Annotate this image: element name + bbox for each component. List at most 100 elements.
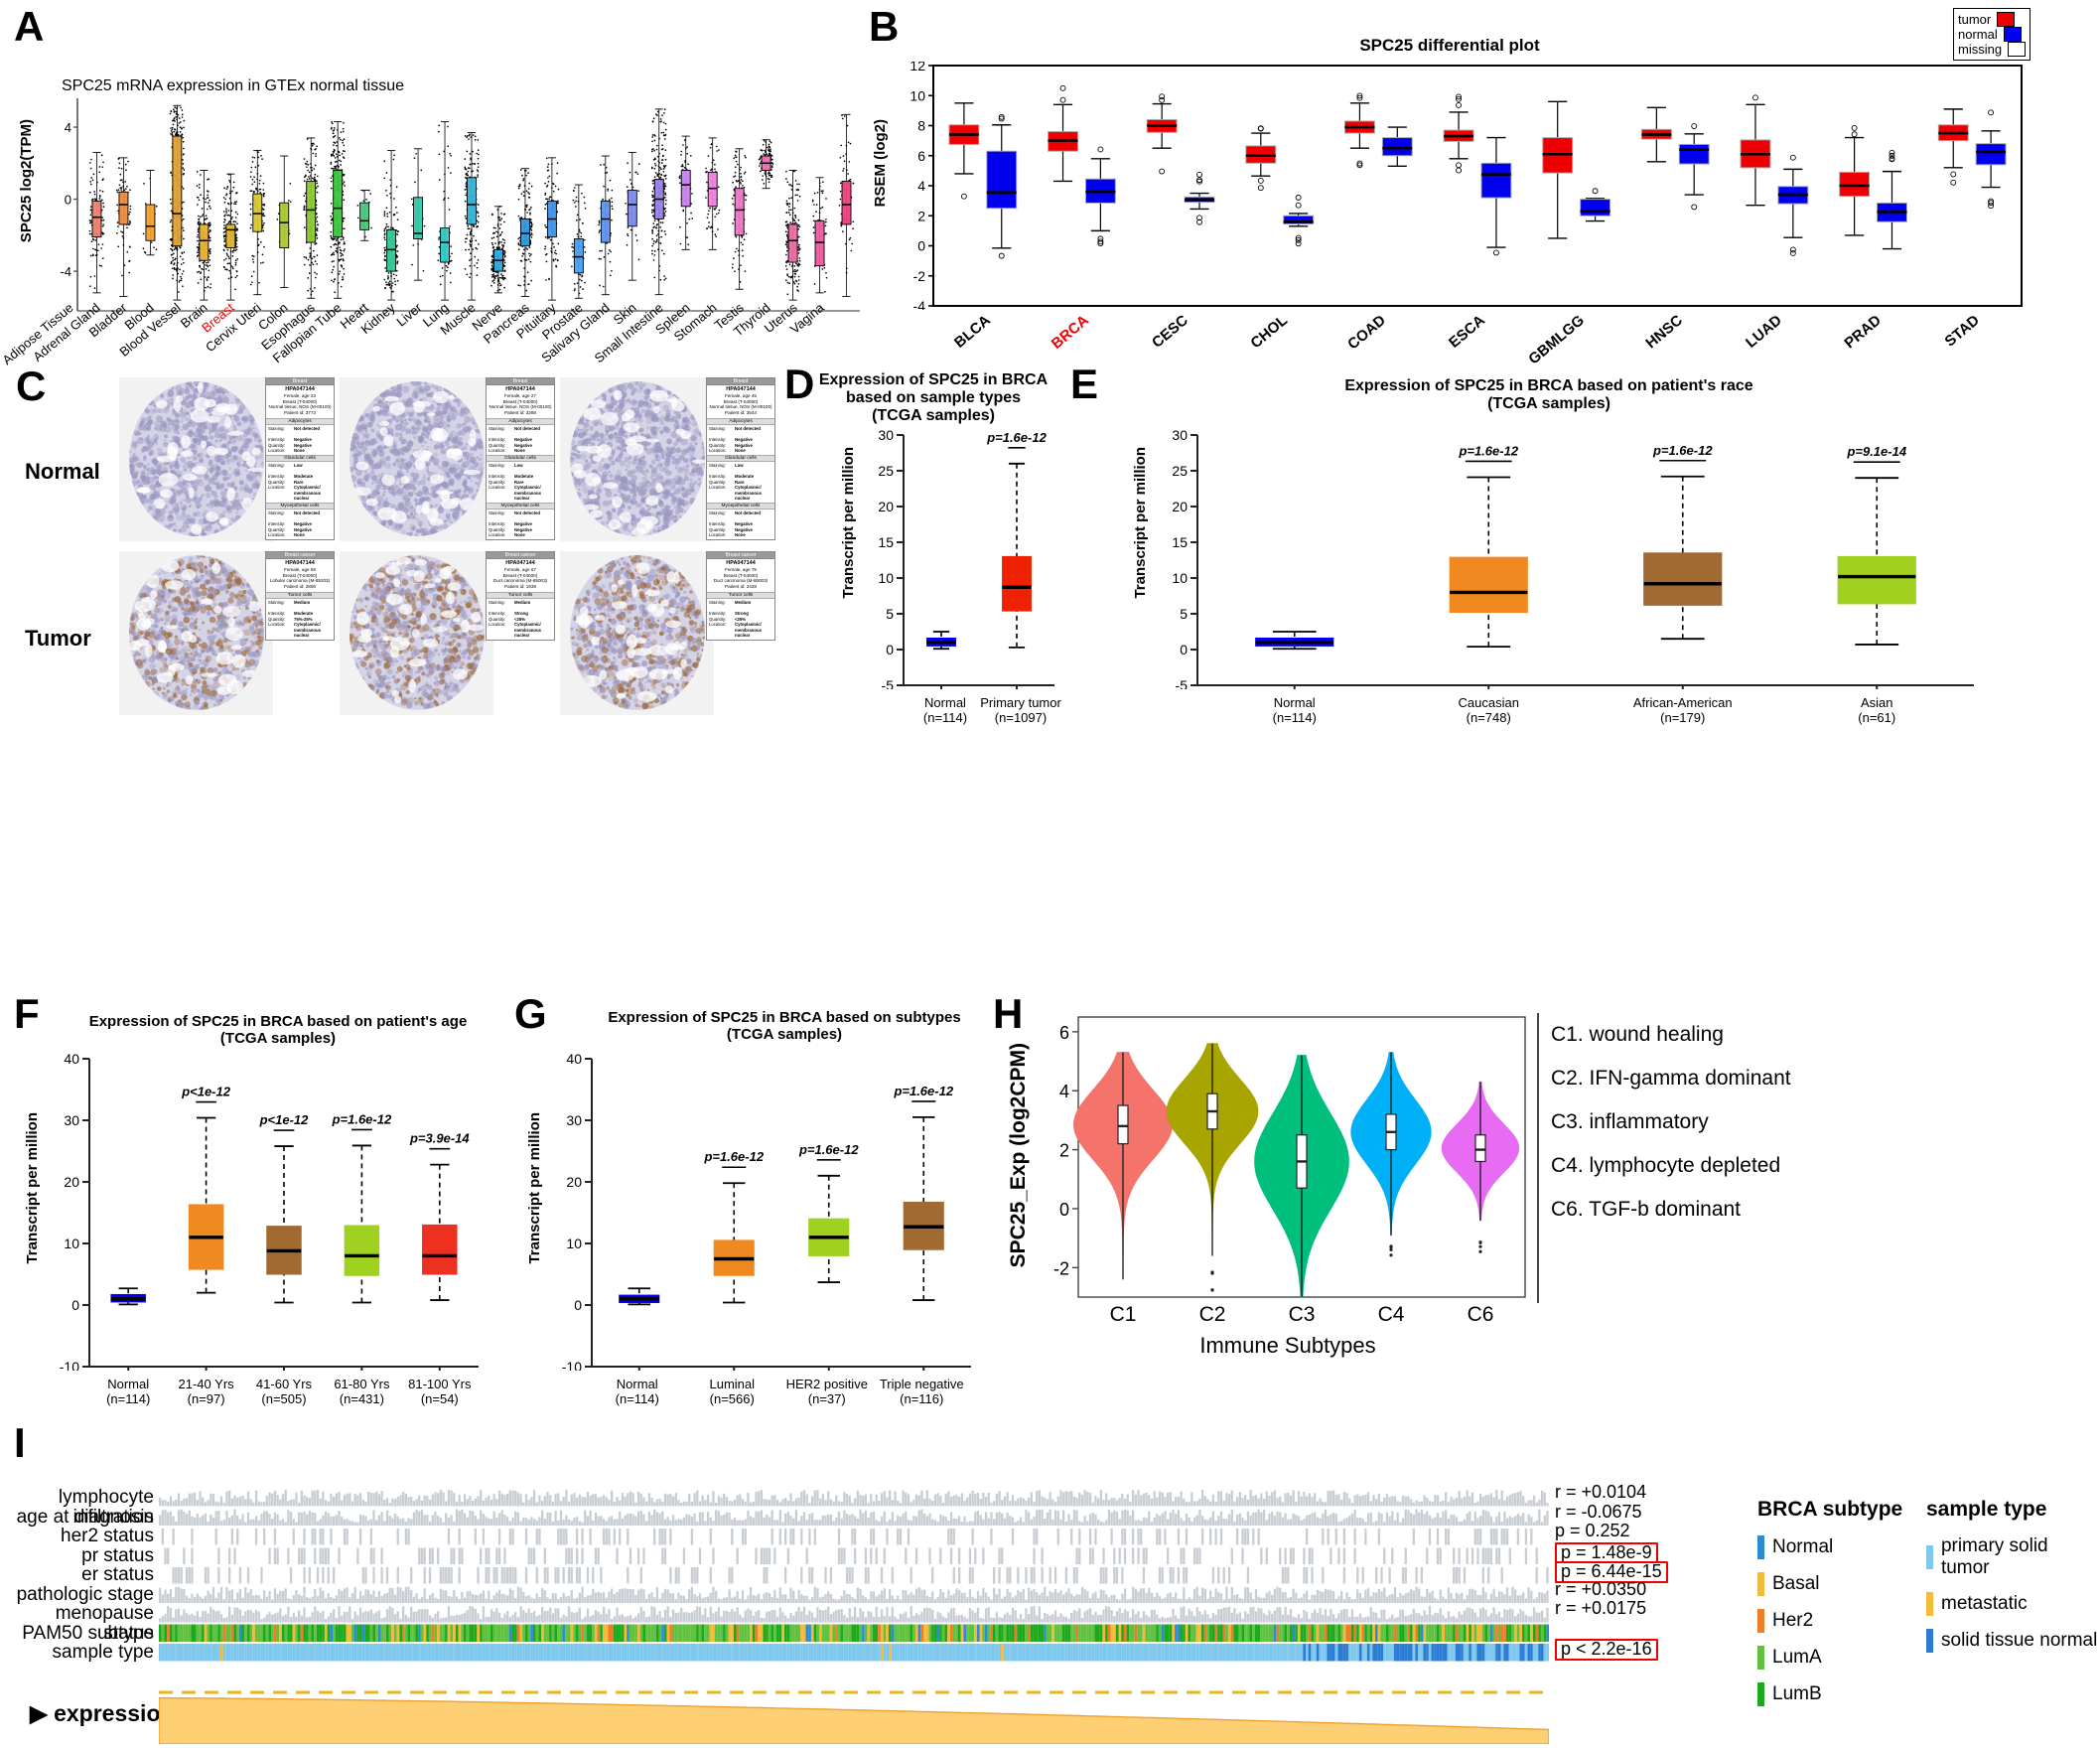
svg-text:-2: -2: [913, 268, 926, 284]
panel-i-row-label: lymphocyte infiltration: [58, 1487, 154, 1528]
panel-i-label: I: [14, 1419, 26, 1466]
panel-i-row-stat: r = +0.0175: [1555, 1599, 1753, 1620]
panel-i-row-stat: p = 0.252: [1555, 1521, 1753, 1542]
panel-group-label: Triple negative (n=116): [852, 1377, 991, 1406]
legend-item: Normal: [1757, 1535, 1902, 1559]
svg-text:0: 0: [65, 193, 71, 208]
legend-item: metastatic: [1926, 1592, 2100, 1616]
ihc-meta: Female, age 59 Breast (T-04000) Lobular ca…: [269, 567, 331, 590]
panel-f-label: F: [14, 990, 40, 1037]
ihc-image-card: Breast HPA047144 Female, age 27 Breast (T-0…: [340, 377, 555, 544]
panel-i-row-labels: lymphocyte infiltration age at diagnosis h…: [0, 1488, 154, 1663]
panel-i-row-label: pathologic stage: [16, 1583, 154, 1605]
legend-subtype-title: BRCA subtype: [1757, 1498, 1903, 1521]
legend-swatch: [1757, 1682, 1764, 1706]
legend-label: missing: [1958, 42, 2003, 57]
panel-h-subtype-label: C4: [1377, 1303, 1405, 1326]
ihc-header: Breast: [487, 378, 554, 385]
ihc-section-header: Glandular cells: [707, 454, 774, 462]
ihc-section-body: Staining: Medium Intensity: Moderate Quantit…: [268, 599, 321, 639]
ihc-tissue-image: [560, 551, 714, 715]
panel-b-legend-item: tumor: [1958, 12, 2026, 27]
panel-i-row-stat: p = 1.48e-9: [1555, 1541, 1753, 1563]
panel-d-title: Expression of SPC25 in BRCA based on samp…: [810, 371, 1056, 425]
panel-group-label: Normal (n=114): [1225, 695, 1364, 725]
panel-f-ylabel: Transcript per million: [24, 1112, 41, 1264]
legend-swatch: [1997, 12, 2016, 27]
panel-i-row-label: pr status: [81, 1544, 154, 1566]
panel-i-row-stat: p < 2.2e-16: [1555, 1639, 1753, 1661]
legend-label: LumB: [1772, 1683, 1822, 1704]
panel-h-divider: [1537, 1013, 1539, 1303]
legend-swatch: [1926, 1592, 1933, 1616]
panel-h-subtype-label: C3: [1288, 1303, 1316, 1326]
panel-h-description: C6. TGF-b dominant: [1551, 1198, 1742, 1221]
legend-label: normal: [1958, 27, 1998, 42]
ihc-section-header: Adipocytes: [266, 417, 334, 425]
panel-a-title: SPC25 mRNA expression in GTEx normal tis…: [62, 77, 405, 94]
panel-i-stat-value: p = 1.48e-9: [1555, 1541, 1658, 1563]
panel-i-legend-sampletype: sample type primary solid tumor metastati…: [1926, 1498, 2100, 1666]
panel-h-ylabel: SPC25_Exp (log2CPM): [1007, 1043, 1030, 1268]
ihc-image-card: Breast HPA047144 Female, age 45 Breast (T-0…: [560, 377, 775, 544]
ihc-section-header: Adipocytes: [487, 417, 554, 425]
panel-title-line: Expression of SPC25 in BRCA: [818, 371, 1049, 388]
ihc-header: Breast: [707, 378, 774, 385]
ihc-section-header: Myoepithelial cells: [707, 502, 774, 510]
expression-triangle-icon: ▶: [30, 1700, 48, 1726]
legend-item: primary solid tumor: [1926, 1535, 2100, 1579]
ihc-info-table: Breast HPA047144 Female, age 23 Breast (T-0…: [265, 377, 335, 540]
panel-i-expression-label: ▶ expression: [30, 1700, 175, 1726]
panel-f-chart: 40 30 20 10 0 -10 p<1e-12 p<1e-12 p=1.6e-12 p=3.9…: [46, 1053, 483, 1371]
svg-text:-4: -4: [913, 298, 926, 310]
ihc-tissue-image: [119, 377, 273, 541]
panel-i-stat-value: p = 0.252: [1555, 1521, 1630, 1540]
legend-label: primary solid tumor: [1940, 1535, 2048, 1578]
svg-text:4: 4: [65, 120, 71, 135]
panel-title-line: Expression of SPC25 in BRCA based on pat…: [88, 1013, 468, 1030]
svg-text:6: 6: [917, 148, 925, 164]
group-count: (n=61): [1858, 710, 1896, 725]
panel-group-label: 81-100 Yrs (n=54): [370, 1377, 509, 1406]
panel-i-expression-band: [159, 1686, 1549, 1744]
panel-g-chart: 40 30 20 10 0 -10 p=1.6e-12 p=1.6e-12 p=1.6e-12: [548, 1053, 975, 1371]
panel-e-ylabel: Transcript per million: [1132, 447, 1149, 599]
ihc-header: Breast cancer: [487, 552, 554, 559]
ihc-antibody: HPA047144: [505, 386, 535, 392]
group-count: (n=54): [420, 1391, 459, 1406]
panel-g-xlabels: Normal (n=114) Luminal (n=566) HER2 positive…: [556, 1371, 978, 1414]
svg-text:0: 0: [917, 238, 925, 254]
group-count: (n=114): [1272, 710, 1317, 725]
ihc-section-body: Staining: Low Intensity: Moderate Quantity: R…: [709, 462, 762, 502]
panel-i-heatmap: [159, 1488, 1549, 1676]
ihc-tissue-image: [560, 377, 714, 541]
ihc-image-card: Breast cancer HPA047144 Female, age 59 Brea…: [119, 551, 335, 718]
ihc-section-header: Myoepithelial cells: [487, 502, 554, 510]
panel-a-chart: 4 0 -4: [48, 94, 862, 313]
group-name: Caucasian: [1458, 695, 1519, 710]
legend-label: tumor: [1958, 12, 1992, 27]
legend-label: LumA: [1772, 1647, 1822, 1668]
ihc-header: Breast cancer: [707, 552, 774, 559]
ihc-section-body: Staining: Low Intensity: Moderate Quantity: R…: [268, 462, 321, 502]
ihc-meta: Female, age 67 Breast (T-04000) Duct carci…: [492, 567, 548, 590]
panel-a-label: A: [14, 3, 45, 50]
panel-group-label: Caucasian (n=748): [1419, 695, 1558, 725]
ihc-info-table: Breast HPA047144 Female, age 45 Breast (T-0…: [706, 377, 775, 540]
panel-b-legend-item: missing: [1958, 42, 2027, 57]
legend-label: Her2: [1772, 1610, 1814, 1631]
ihc-section-header: Glandular cells: [266, 454, 334, 462]
ihc-antibody: HPA047144: [285, 560, 315, 566]
group-count: (n=748): [1466, 710, 1511, 725]
ihc-image-card: Breast cancer HPA047144 Female, age 67 Brea…: [340, 551, 555, 718]
panel-h-subtype-label: C1: [1109, 1303, 1137, 1326]
panel-c-row-label-normal: Normal: [25, 459, 100, 484]
panel-h-subtype-label: C2: [1198, 1303, 1226, 1326]
panel-i-row-label: age at diagnosis: [16, 1506, 154, 1528]
panel-c-images: Breast HPA047144 Female, age 23 Breast (T-0…: [119, 377, 775, 725]
legend-item: Basal: [1757, 1572, 1902, 1596]
ihc-meta: Female, age 23 Breast (T-04000) Normal tis…: [268, 393, 332, 416]
panel-i-row-label: sample type: [52, 1642, 154, 1663]
panel-f-xlabels: Normal (n=114) 21-40 Yrs (n=97) 41-60 Yrs (n=…: [56, 1371, 483, 1414]
group-name: African-American: [1632, 695, 1733, 710]
